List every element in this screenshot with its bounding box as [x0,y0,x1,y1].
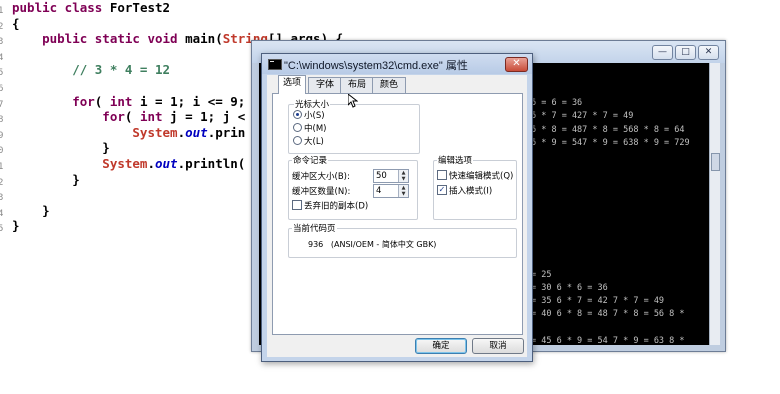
discard-old-checkbox[interactable]: 丢弃旧的副本(D) [292,200,368,212]
maximize-button[interactable]: □ [675,45,696,60]
cursor-size-label: 光标大小 [294,98,331,110]
console-output-line: 6 * 7 = 427 * 7 = 49 [531,111,634,122]
line-number: 3 [0,193,4,204]
line-number: 8 [0,115,4,126]
buffer-count-value: 4 [376,186,382,196]
ok-button[interactable]: 确定 [415,338,467,354]
console-output-line: = 25 [531,269,552,280]
spin-arrows-icon[interactable]: ▲ ▼ [398,170,408,182]
code-text: public class ForTest2 [12,0,171,15]
code-text: for( int j = 1; j < [12,109,246,125]
code-text: } [12,218,20,234]
line-number: 6 [0,84,4,94]
code-text: System.out.prin [12,124,246,140]
console-output-line: = 40 6 * 8 = 48 7 * 8 = 56 8 * [531,309,685,320]
code-text: } [12,202,50,218]
code-text: // 3 * 4 = 12 [12,62,171,78]
line-number: 9 [0,130,4,141]
buffer-count-stepper[interactable]: 4 ▲ ▼ [373,184,409,198]
line-number: 4 [0,52,4,63]
history-label: 命令记录 [292,154,329,166]
radio-medium[interactable]: 中(M) [293,123,326,135]
minimize-button[interactable]: — [652,45,673,60]
spin-arrows-icon[interactable]: ▲ ▼ [398,185,408,197]
close-button[interactable]: ✕ [698,45,719,60]
cmd-icon [268,59,282,70]
line-number: 5 [0,224,4,235]
line-number: 2 [0,177,4,188]
dialog-title: "C:\windows\system32\cmd.exe" 属性 [284,60,468,72]
tab-font[interactable]: 字体 [308,77,342,93]
console-output-line: 6 * 8 = 487 * 8 = 568 * 8 = 64 [531,124,685,135]
radio-small[interactable]: 小(S) [293,110,325,122]
scrollbar-thumb[interactable] [711,153,720,171]
console-output-line: 6 = 6 = 36 [531,98,583,109]
code-text: System.out.println( [12,156,246,171]
options-panel: 光标大小 小(S) 中(M) 大(L) 命令记录 缓冲区大小(B): 50 ▲ ▼… [272,93,523,335]
radio-dot-icon [293,110,302,119]
console-output-line: = 30 6 * 6 = 36 [531,283,608,293]
dialog-body: 选项 字体 布局 颜色 光标大小 小(S) 中(M) 大(L) 命令记录 缓冲区… [267,75,527,357]
tab-layout[interactable]: 布局 [340,77,374,93]
insert-mode-checkbox[interactable]: ✓ 插入模式(I) [437,185,492,197]
dialog-title-bar[interactable]: "C:\windows\system32\cmd.exe" 属性 ✕ [262,54,532,74]
console-output-line: = 35 6 * 7 = 42 7 * 7 = 49 [531,296,665,307]
cmd-scrollbar[interactable] [709,63,720,345]
cursor-size-group: 光标大小 小(S) 中(M) 大(L) [288,98,420,154]
buffer-size-label: 缓冲区大小(B): [292,172,350,182]
line-number: 7 [0,99,4,110]
buffer-size-stepper[interactable]: 50 ▲ ▼ [373,169,409,183]
buffer-count-label: 缓冲区数量(N): [292,187,351,197]
line-number: 2 [0,21,4,32]
checkmark-icon: ✓ [437,185,447,195]
codepage-value: 936 (ANSI/OEM - 简体中文 GBK) [308,240,437,249]
buffer-size-value: 50 [376,171,387,181]
quick-edit-checkbox[interactable]: 快速编辑模式(Q) [437,170,513,182]
code-text: for( int i = 1; i <= 9; [12,93,246,109]
line-number: 3 [0,37,4,48]
checkbox-icon [292,200,302,210]
edit-options-group: 编辑选项 快速编辑模式(Q) ✓ 插入模式(I) [433,154,517,220]
line-number: 4 [0,208,4,219]
line-number: 0 [0,146,4,157]
history-group: 命令记录 缓冲区大小(B): 50 ▲ ▼ 缓冲区数量(N): 4 ▲ ▼ 丢弃旧的… [288,154,418,220]
codepage-label: 当前代码页 [292,222,337,234]
console-output-line: = 45 6 * 9 = 54 7 * 9 = 63 8 * [531,335,685,345]
line-number: 5 [0,68,4,79]
code-text: } [12,171,80,187]
tab-options[interactable]: 选项 [278,75,306,94]
line-number: 1 [0,162,4,172]
properties-dialog[interactable]: "C:\windows\system32\cmd.exe" 属性 ✕ 选项 字体… [261,53,533,362]
radio-large[interactable]: 大(L) [293,136,324,148]
line-number: 1 [0,6,4,16]
tab-colors[interactable]: 颜色 [372,77,406,93]
checkbox-icon [437,170,447,180]
radio-icon [293,136,302,145]
codepage-group: 当前代码页 936 (ANSI/OEM - 简体中文 GBK) [288,222,517,258]
cancel-button[interactable]: 取消 [472,338,524,354]
edit-options-label: 编辑选项 [437,154,474,166]
console-output-line: 6 * 9 = 547 * 9 = 638 * 9 = 729 [531,137,690,148]
code-text: } [12,140,110,156]
dialog-close-button[interactable]: ✕ [505,57,528,72]
radio-icon [293,123,302,132]
code-text: { [12,15,20,31]
